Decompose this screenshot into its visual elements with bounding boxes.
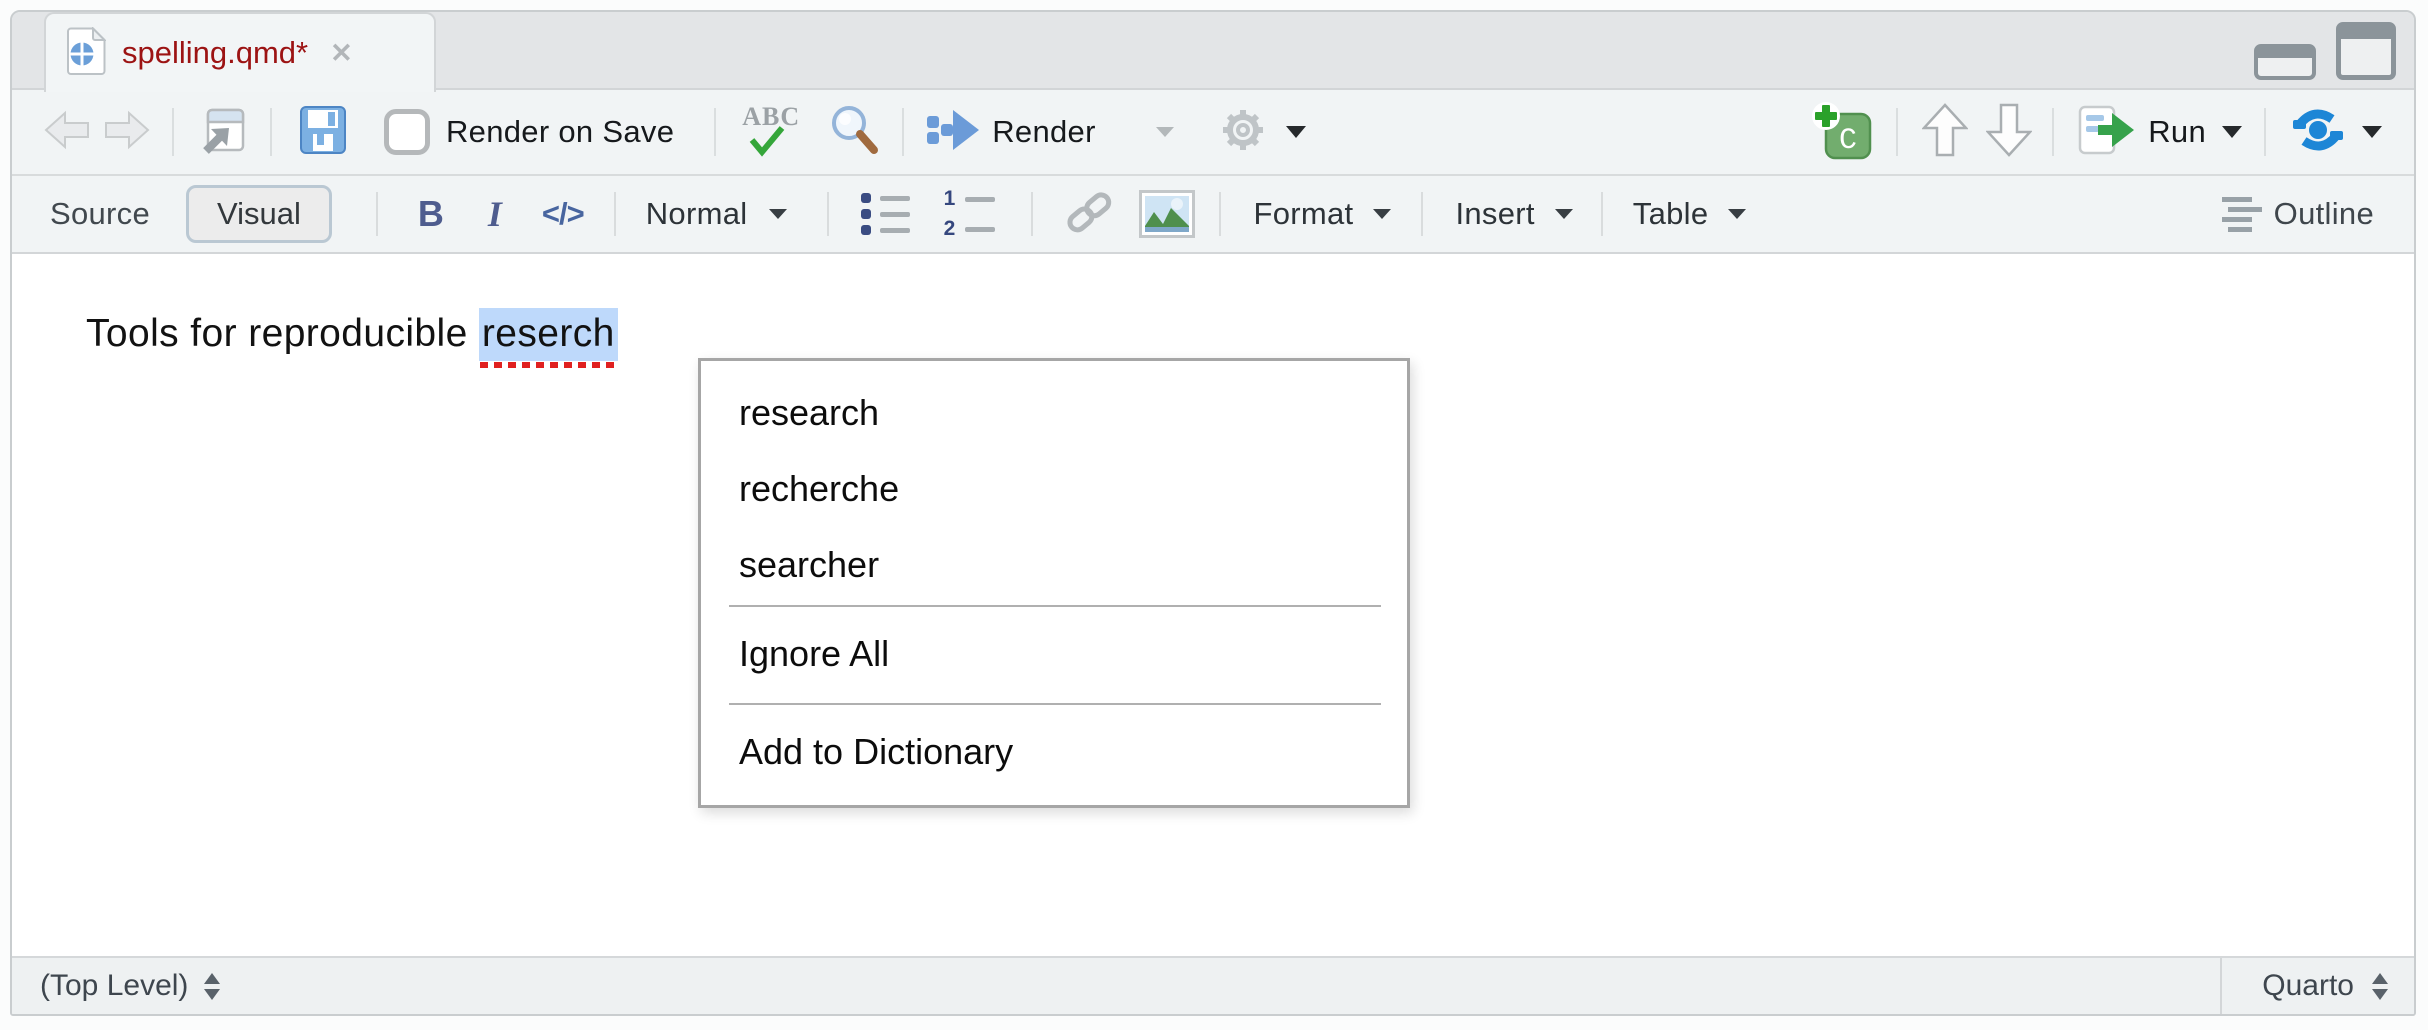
toolbar-separator xyxy=(1896,108,1898,156)
insert-menu[interactable]: Insert xyxy=(1455,196,1534,232)
outline-toggle-button[interactable]: Outline xyxy=(2274,196,2374,232)
rstudio-source-pane: spelling.qmd* ✕ xyxy=(0,0,2428,1030)
tab-close-icon[interactable]: ✕ xyxy=(330,38,353,69)
insert-chunk-icon[interactable]: C xyxy=(1810,100,1872,165)
editor-pane: spelling.qmd* ✕ xyxy=(10,10,2416,1016)
misspelled-word-selection[interactable]: reserch xyxy=(479,308,618,361)
toolbar-separator xyxy=(270,108,272,156)
format-toolbar: Source Visual B I </> Normal 1 2 xyxy=(12,176,2414,254)
bullet-list-icon[interactable] xyxy=(861,193,910,235)
table-menu-dropdown-icon[interactable] xyxy=(1728,209,1746,219)
toolbar-separator xyxy=(2264,108,2266,156)
toolbar-separator xyxy=(2052,108,2054,156)
paragraph-style-dropdown[interactable]: Normal xyxy=(646,196,748,232)
source-mode-button[interactable]: Source xyxy=(50,196,150,232)
toolbar-separator xyxy=(614,192,616,236)
toolbar-separator xyxy=(1421,192,1423,236)
toolbar-separator xyxy=(376,192,378,236)
run-button[interactable]: Run xyxy=(2148,114,2206,150)
main-toolbar: Render on Save ABC xyxy=(12,90,2414,176)
editor-canvas[interactable]: Tools for reproducible reserch research … xyxy=(12,254,2414,956)
toolbar-separator xyxy=(1601,192,1603,236)
toolbar-separator xyxy=(714,108,716,156)
suggestion-searcher[interactable]: searcher xyxy=(701,527,1407,603)
render-on-save-label[interactable]: Render on Save xyxy=(446,114,674,150)
chunk-up-icon[interactable] xyxy=(1922,103,1968,162)
run-dropdown-icon[interactable] xyxy=(2222,126,2242,138)
spellcheck-context-menu: research recherche searcher Ignore All A… xyxy=(698,358,1410,808)
gear-icon[interactable] xyxy=(1218,105,1268,160)
open-in-new-window-icon[interactable] xyxy=(198,105,246,160)
code-button[interactable]: </> xyxy=(542,196,584,232)
search-icon[interactable] xyxy=(828,103,882,162)
document-format-selector[interactable]: Quarto xyxy=(2220,958,2414,1014)
visual-mode-button[interactable]: Visual xyxy=(186,185,332,243)
forward-icon[interactable] xyxy=(104,109,150,156)
spellcheck-menu-list: research recherche searcher Ignore All A… xyxy=(701,361,1407,799)
add-to-dictionary-menu-item[interactable]: Add to Dictionary xyxy=(701,705,1407,799)
suggestion-recherche[interactable]: recherche xyxy=(701,451,1407,527)
document-text-line[interactable]: Tools for reproducible reserch xyxy=(86,312,618,356)
quarto-file-icon xyxy=(66,27,106,80)
pane-window-controls xyxy=(2254,22,2396,80)
render-button[interactable]: Render xyxy=(992,114,1095,150)
toolbar-separator xyxy=(1219,192,1221,236)
scope-selector-arrows-icon xyxy=(204,973,220,1000)
save-icon[interactable] xyxy=(300,105,346,160)
document-format-label: Quarto xyxy=(2262,969,2354,1003)
format-menu[interactable]: Format xyxy=(1253,196,1353,232)
paragraph-style-dropdown-icon[interactable] xyxy=(769,209,787,219)
run-icon[interactable] xyxy=(2078,105,2136,160)
spellcheck-icon[interactable]: ABC xyxy=(740,104,808,160)
maximize-pane-icon[interactable] xyxy=(2336,22,2396,80)
numbered-list-icon[interactable]: 1 2 xyxy=(942,187,995,241)
link-icon[interactable] xyxy=(1063,189,1115,240)
toolbar-separator xyxy=(902,108,904,156)
chunk-down-icon[interactable] xyxy=(1986,103,2032,162)
render-on-save-checkbox[interactable] xyxy=(384,109,430,155)
tab-spelling-qmd[interactable]: spelling.qmd* ✕ xyxy=(44,12,436,92)
rerun-icon[interactable] xyxy=(2290,105,2346,160)
scope-label: (Top Level) xyxy=(40,969,188,1003)
ignore-all-menu-item[interactable]: Ignore All xyxy=(701,607,1407,701)
italic-button[interactable]: I xyxy=(488,193,502,235)
scope-selector[interactable]: (Top Level) xyxy=(40,969,220,1003)
svg-text:C: C xyxy=(1839,124,1857,158)
render-dropdown-icon[interactable] xyxy=(1156,127,1174,137)
document-format-arrows-icon xyxy=(2372,973,2388,1000)
toolbar-separator xyxy=(172,108,174,156)
minimize-pane-icon[interactable] xyxy=(2254,44,2316,80)
table-menu[interactable]: Table xyxy=(1633,196,1709,232)
image-icon[interactable] xyxy=(1139,190,1195,238)
toolbar-separator xyxy=(1031,192,1033,236)
suggestion-research[interactable]: research xyxy=(701,375,1407,451)
settings-dropdown-icon[interactable] xyxy=(1286,126,1306,138)
bold-button[interactable]: B xyxy=(418,193,444,235)
insert-menu-dropdown-icon[interactable] xyxy=(1555,209,1573,219)
back-icon[interactable] xyxy=(44,109,90,156)
render-icon[interactable] xyxy=(926,107,980,158)
rerun-dropdown-icon[interactable] xyxy=(2362,126,2382,138)
outline-icon[interactable] xyxy=(2222,197,2262,232)
editor-status-bar: (Top Level) Quarto xyxy=(12,956,2414,1014)
format-menu-dropdown-icon[interactable] xyxy=(1373,209,1391,219)
tab-strip: spelling.qmd* ✕ xyxy=(12,12,2414,90)
tab-title: spelling.qmd* xyxy=(122,35,308,71)
toolbar-separator xyxy=(827,192,829,236)
text-before-misspelling: Tools for reproducible xyxy=(86,312,479,355)
